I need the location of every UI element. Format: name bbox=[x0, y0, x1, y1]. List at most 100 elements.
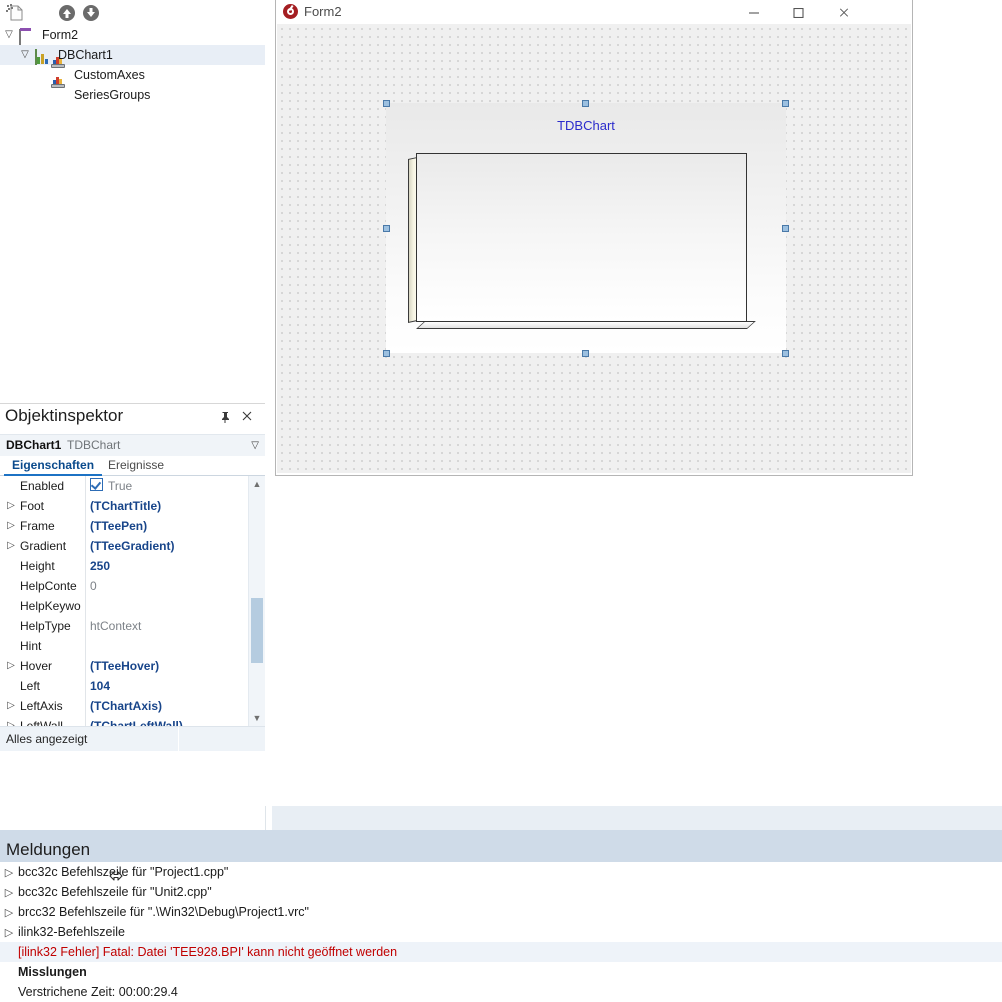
chevron-right-icon[interactable]: ▷ bbox=[0, 903, 18, 923]
tree-node-dbchart1[interactable]: ▽ DBChart1 bbox=[0, 45, 265, 65]
chevron-down-icon[interactable]: ▽ bbox=[18, 45, 32, 65]
chevron-right-icon[interactable]: ▷ bbox=[5, 696, 17, 716]
property-value[interactable]: (TTeePen) bbox=[90, 516, 243, 536]
form-icon bbox=[19, 27, 34, 45]
message-row-error[interactable]: [ilink32 Fehler] Fatal: Datei 'TEE928.BP… bbox=[0, 942, 1002, 962]
selection-handle-top-right[interactable] bbox=[782, 100, 789, 107]
chevron-right-icon[interactable]: ▷ bbox=[5, 656, 17, 676]
property-value[interactable]: (TTeeHover) bbox=[90, 656, 243, 676]
property-row[interactable]: Hint bbox=[0, 636, 265, 656]
new-file-icon[interactable] bbox=[5, 3, 25, 23]
tree-node-form2[interactable]: ▽ Form2 bbox=[0, 25, 265, 45]
maximize-icon[interactable] bbox=[777, 0, 822, 24]
selected-object-class: TDBChart bbox=[67, 438, 121, 452]
move-down-icon[interactable] bbox=[81, 3, 101, 23]
tree-node-customaxes[interactable]: CustomAxes bbox=[0, 57, 265, 85]
inspector-tabs: Eigenschaften Ereignisse bbox=[0, 456, 265, 476]
object-selector[interactable]: DBChart1 TDBChart ▽ bbox=[0, 434, 265, 457]
selection-handle-top-center[interactable] bbox=[582, 100, 589, 107]
grid-divider bbox=[85, 476, 86, 496]
property-value[interactable]: (TChartLeftWall) bbox=[90, 716, 243, 726]
selection-handle-top-left[interactable] bbox=[383, 100, 390, 107]
object-inspector-header: Objektinspektor bbox=[0, 404, 265, 432]
chevron-right-icon[interactable]: ▷ bbox=[5, 536, 17, 556]
property-value[interactable]: (TChartTitle) bbox=[90, 496, 243, 516]
selection-handle-bottom-left[interactable] bbox=[383, 350, 390, 357]
selection-handle-bottom-center[interactable] bbox=[582, 350, 589, 357]
close-icon[interactable] bbox=[239, 410, 255, 426]
message-text: bcc32c Befehlszeile für "Unit2.cpp" bbox=[18, 885, 212, 899]
property-value[interactable]: 250 bbox=[90, 556, 243, 576]
dbchart1-component[interactable]: TDBChart bbox=[386, 103, 786, 353]
tab-ereignisse[interactable]: Ereignisse bbox=[100, 456, 172, 474]
grid-divider bbox=[85, 536, 86, 556]
chevron-down-icon[interactable]: ▽ bbox=[2, 25, 16, 45]
property-name: Frame bbox=[20, 519, 55, 533]
left-panel-column: ▽ Form2 ▽ DBChart1 CustomAxes SeriesGrou… bbox=[0, 0, 266, 881]
chevron-right-icon[interactable]: ▷ bbox=[5, 516, 17, 536]
property-value[interactable]: 104 bbox=[90, 676, 243, 696]
chevron-right-icon[interactable]: ▷ bbox=[0, 863, 18, 883]
property-grid[interactable]: Enabled True ▷ Foot (TChartTitle) ▷ Fram… bbox=[0, 476, 265, 726]
minimize-icon[interactable] bbox=[732, 0, 777, 24]
form-designer-window[interactable]: Form2 TDBChart bbox=[275, 0, 913, 476]
chart-walls bbox=[408, 153, 756, 329]
property-row[interactable]: ▷ LeftWall (TChartLeftWall) bbox=[0, 716, 265, 726]
property-grid-scrollbar[interactable]: ▲ ▼ bbox=[248, 476, 265, 726]
message-row[interactable]: ▷ brcc32 Befehlszeile für ".\Win32\Debug\… bbox=[0, 902, 1002, 922]
inspector-status-bar-extra bbox=[178, 726, 266, 751]
panel-title: Objektinspektor bbox=[5, 406, 124, 425]
chevron-right-icon[interactable]: ▷ bbox=[5, 716, 17, 726]
chevron-right-icon[interactable]: ▷ bbox=[0, 923, 18, 943]
tree-node-seriesgroups[interactable]: SeriesGroups bbox=[0, 77, 265, 105]
checkbox-checked-icon[interactable] bbox=[90, 478, 103, 491]
messages-list[interactable]: ▷ bcc32c Befehlszeile für "Project1.cpp" … bbox=[0, 862, 1002, 1000]
move-up-icon[interactable] bbox=[57, 3, 77, 23]
grid-divider bbox=[85, 696, 86, 716]
selection-handle-middle-right[interactable] bbox=[782, 225, 789, 232]
property-row[interactable]: HelpType htContext bbox=[0, 616, 265, 636]
axes-icon bbox=[51, 77, 66, 101]
property-row[interactable]: Left 104 bbox=[0, 676, 265, 696]
property-value[interactable]: 0 bbox=[90, 576, 243, 596]
messages-header: Meldungen bbox=[0, 838, 1002, 862]
close-icon[interactable] bbox=[822, 0, 867, 24]
message-row[interactable]: ▷ bcc32c Befehlszeile für "Project1.cpp" bbox=[0, 862, 1002, 882]
message-text: brcc32 Befehlszeile für ".\Win32\Debug\P… bbox=[18, 905, 309, 919]
grid-divider bbox=[85, 516, 86, 536]
property-row[interactable]: ▷ Gradient (TTeeGradient) bbox=[0, 536, 265, 556]
property-row[interactable]: ▷ Frame (TTeePen) bbox=[0, 516, 265, 536]
grid-divider bbox=[85, 616, 86, 636]
message-row[interactable]: ▷ bcc32c Befehlszeile für "Unit2.cpp" bbox=[0, 882, 1002, 902]
message-text: Misslungen bbox=[18, 965, 87, 979]
message-row-result[interactable]: Misslungen bbox=[0, 962, 1002, 982]
property-value[interactable]: True bbox=[90, 476, 243, 496]
selection-handle-bottom-right[interactable] bbox=[782, 350, 789, 357]
property-value[interactable]: (TChartAxis) bbox=[90, 696, 243, 716]
property-row[interactable]: HelpKeywo bbox=[0, 596, 265, 616]
chevron-down-icon[interactable]: ▽ bbox=[251, 435, 259, 456]
property-name: Hover bbox=[20, 659, 53, 673]
property-value[interactable]: (TTeeGradient) bbox=[90, 536, 243, 556]
chevron-right-icon[interactable]: ▷ bbox=[0, 883, 18, 903]
scrollbar-thumb[interactable] bbox=[251, 598, 263, 663]
tab-eigenschaften[interactable]: Eigenschaften bbox=[4, 456, 103, 476]
selection-handle-middle-left[interactable] bbox=[383, 225, 390, 232]
form-canvas[interactable]: TDBChart bbox=[277, 24, 911, 473]
structure-tree[interactable]: ▽ Form2 ▽ DBChart1 CustomAxes SeriesGrou… bbox=[0, 25, 265, 404]
property-row[interactable]: Height 250 bbox=[0, 556, 265, 576]
form-titlebar[interactable]: Form2 bbox=[276, 0, 912, 24]
property-value[interactable]: htContext bbox=[90, 616, 243, 636]
scroll-down-icon[interactable]: ▼ bbox=[249, 710, 265, 726]
scroll-up-icon[interactable]: ▲ bbox=[249, 476, 265, 492]
property-row[interactable]: HelpConte 0 bbox=[0, 576, 265, 596]
grid-divider bbox=[85, 676, 86, 696]
property-row[interactable]: ▷ Hover (TTeeHover) bbox=[0, 656, 265, 676]
property-row[interactable]: Enabled True bbox=[0, 476, 265, 496]
property-row[interactable]: ▷ Foot (TChartTitle) bbox=[0, 496, 265, 516]
message-row-elapsed[interactable]: Verstrichene Zeit: 00:00:29.4 bbox=[0, 982, 1002, 1002]
property-row[interactable]: ▷ LeftAxis (TChartAxis) bbox=[0, 696, 265, 716]
pin-icon[interactable] bbox=[217, 410, 233, 426]
message-row[interactable]: ▷ ilink32-Befehlszeile bbox=[0, 922, 1002, 942]
chevron-right-icon[interactable]: ▷ bbox=[5, 496, 17, 516]
